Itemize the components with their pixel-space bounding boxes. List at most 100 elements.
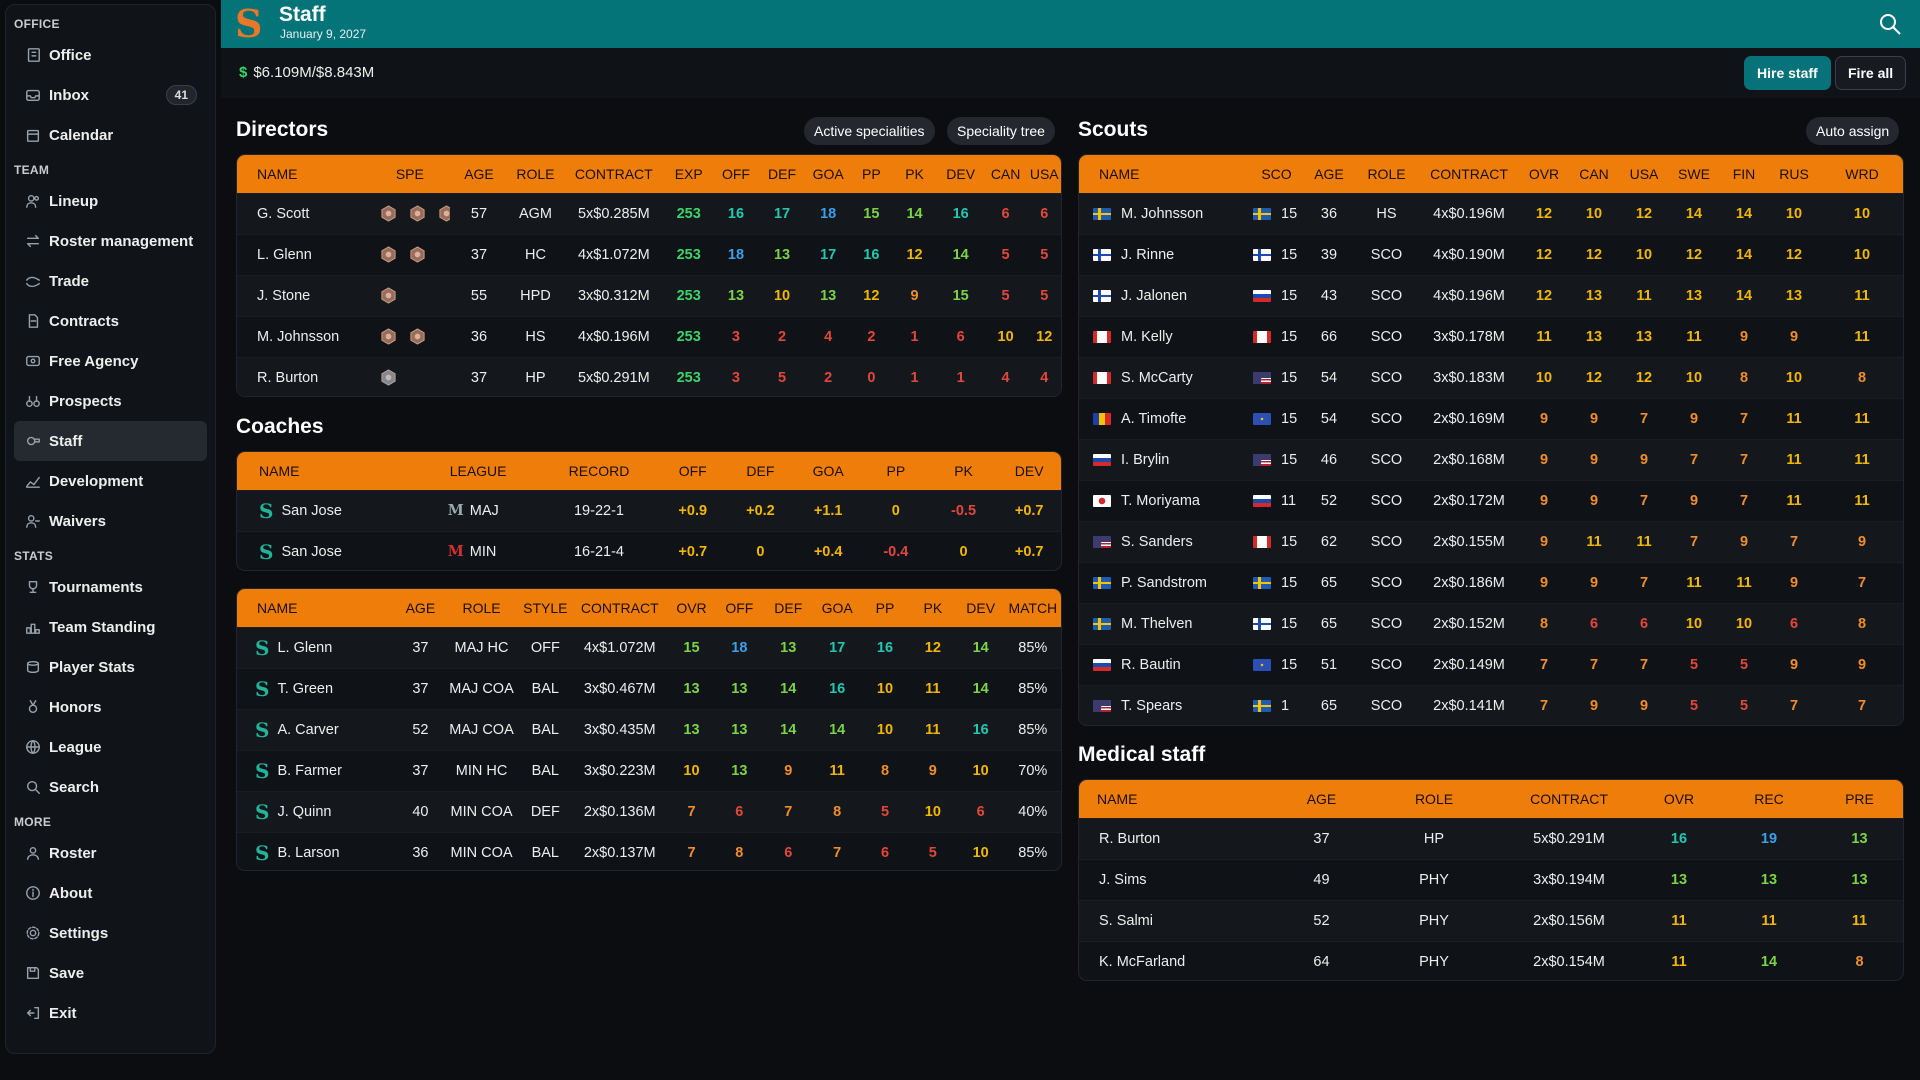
column-header[interactable]: FIN (1719, 155, 1769, 193)
table-row[interactable]: G. Scott 57 AGM 5x$0.285M 253 16 17 18 15 14 16 6 6 (237, 193, 1061, 234)
column-header[interactable]: NAME (237, 589, 396, 627)
sidebar-item-league[interactable]: League (14, 727, 207, 767)
sidebar-item-lineup[interactable]: Lineup (14, 181, 207, 221)
coach-name[interactable]: S B. Larson (237, 832, 396, 870)
column-header[interactable]: CONTRACT (563, 155, 664, 193)
scout-name[interactable]: T. Moriyama (1079, 480, 1249, 521)
table-row[interactable]: S. Salmi 52 PHY 2x$0.156M 11 11 11 (1079, 900, 1903, 941)
column-header[interactable]: ROLE (444, 589, 518, 627)
table-row[interactable]: A. Timofte 15 54 SCO 2x$0.169M 9 9 7 9 7 11 11 (1079, 398, 1903, 439)
sidebar-item-save[interactable]: Save (14, 953, 207, 993)
scout-name[interactable]: J. Jalonen (1079, 275, 1249, 316)
table-row[interactable]: S San Jose M MIN 16-21-4 +0.7 0 +0.4 -0.4 0 +0.7 (237, 531, 1061, 570)
column-header[interactable]: EXP (665, 155, 713, 193)
column-header[interactable]: RUS (1769, 155, 1819, 193)
column-header[interactable]: AGE (1304, 155, 1354, 193)
sidebar-item-inbox[interactable]: Inbox 41 (14, 75, 207, 115)
scout-name[interactable]: S. Sanders (1079, 521, 1249, 562)
column-header[interactable]: ROLE (508, 155, 563, 193)
column-header[interactable]: AGE (396, 589, 444, 627)
table-row[interactable]: T. Spears 1 65 SCO 2x$0.141M 7 9 9 5 5 7 7 (1079, 685, 1903, 725)
director-name[interactable]: R. Burton (237, 357, 370, 396)
sidebar-item-team-standing[interactable]: Team Standing (14, 607, 207, 647)
table-row[interactable]: R. Burton 37 HP 5x$0.291M 253 3 5 2 0 1 1 4 4 (237, 357, 1061, 396)
table-row[interactable]: I. Brylin 15 46 SCO 2x$0.168M 9 9 9 7 7 11 11 (1079, 439, 1903, 480)
column-header[interactable]: DEF (763, 589, 813, 627)
table-row[interactable]: S L. Glenn 37 MAJ HC OFF 4x$1.072M 15 18 13 17 16 1… (237, 627, 1061, 668)
sidebar-item-player-stats[interactable]: Player Stats (14, 647, 207, 687)
table-row[interactable]: S B. Larson 36 MIN COA BAL 2x$0.137M 7 8 6 7 6 5 10 8… (237, 832, 1061, 870)
table-row[interactable]: M. Johnsson 36 HS 4x$0.196M 253 3 2 4 2 1 6 10 12 (237, 316, 1061, 357)
column-header[interactable]: SPE (370, 155, 451, 193)
scout-name[interactable]: S. McCarty (1079, 357, 1249, 398)
column-header[interactable]: DEV (957, 589, 1005, 627)
table-row[interactable]: J. Stone 55 HPD 3x$0.312M 253 13 10 13 12 9 15 5 5 (237, 275, 1061, 316)
table-row[interactable]: J. Jalonen 15 43 SCO 4x$0.196M 12 13 11 13 14 13 11 (1079, 275, 1903, 316)
table-row[interactable]: S T. Green 37 MAJ COA BAL 3x$0.467M 13 13 14 16 10… (237, 668, 1061, 709)
table-row[interactable]: S San Jose M MAJ 19-22-1 +0.9 +0.2 +1.1 0 -0.5 +0.… (237, 490, 1061, 531)
director-name[interactable]: L. Glenn (237, 234, 370, 275)
director-name[interactable]: M. Johnsson (237, 316, 370, 357)
table-row[interactable]: S. Sanders 15 62 SCO 2x$0.155M 9 11 11 7 9 7 9 (1079, 521, 1903, 562)
column-header[interactable]: NAME (237, 155, 370, 193)
column-header[interactable]: PRE (1814, 780, 1903, 818)
column-header[interactable]: OFF (659, 452, 727, 490)
table-row[interactable]: S J. Quinn 40 MIN COA DEF 2x$0.136M 7 6 7 8 5 10 6 40… (237, 791, 1061, 832)
hire-staff-button[interactable]: Hire staff (1744, 56, 1831, 90)
sidebar-item-tournaments[interactable]: Tournaments (14, 567, 207, 607)
team-name[interactable]: S San Jose (237, 490, 430, 531)
table-row[interactable]: S. McCarty 15 54 SCO 3x$0.183M 10 12 12 10 8 10 8 (1079, 357, 1903, 398)
speciality-tree-button[interactable]: Speciality tree (947, 117, 1055, 145)
sidebar-item-prospects[interactable]: Prospects (14, 381, 207, 421)
column-header[interactable]: SCO (1249, 155, 1304, 193)
sidebar-item-development[interactable]: Development (14, 461, 207, 501)
column-header[interactable]: GOA (813, 589, 861, 627)
column-header[interactable]: CAN (1569, 155, 1619, 193)
column-header[interactable]: NAME (237, 452, 430, 490)
table-row[interactable]: J. Sims 49 PHY 3x$0.194M 13 13 13 (1079, 859, 1903, 900)
scout-name[interactable]: M. Kelly (1079, 316, 1249, 357)
column-header[interactable]: WRD (1819, 155, 1903, 193)
sidebar-item-calendar[interactable]: Calendar (14, 115, 207, 155)
director-name[interactable]: G. Scott (237, 193, 370, 234)
team-name[interactable]: S San Jose (237, 531, 430, 570)
table-row[interactable]: R. Burton 37 HP 5x$0.291M 16 19 13 (1079, 818, 1903, 859)
coach-name[interactable]: S L. Glenn (237, 627, 396, 668)
active-specialities-button[interactable]: Active specialities (804, 117, 935, 145)
director-name[interactable]: J. Stone (237, 275, 370, 316)
column-header[interactable]: GOA (794, 452, 862, 490)
column-header[interactable]: SWE (1669, 155, 1719, 193)
sidebar-item-contracts[interactable]: Contracts (14, 301, 207, 341)
table-row[interactable]: T. Moriyama 11 52 SCO 2x$0.172M 9 9 7 9 7 11 11 (1079, 480, 1903, 521)
column-header[interactable]: LEAGUE (430, 452, 539, 490)
sidebar-item-exit[interactable]: Exit (14, 993, 207, 1033)
column-header[interactable]: DEV (938, 155, 984, 193)
scout-name[interactable]: J. Rinne (1079, 234, 1249, 275)
column-header[interactable]: PK (892, 155, 938, 193)
sidebar-item-office[interactable]: Office (14, 35, 207, 75)
column-header[interactable]: PP (862, 452, 930, 490)
sidebar-item-trade[interactable]: Trade (14, 261, 207, 301)
column-header[interactable]: CONTRACT (1504, 780, 1634, 818)
sidebar-item-roster[interactable]: Roster (14, 833, 207, 873)
column-header[interactable]: PK (909, 589, 957, 627)
sidebar-item-honors[interactable]: Honors (14, 687, 207, 727)
column-header[interactable]: USA (1027, 155, 1061, 193)
scout-name[interactable]: T. Spears (1079, 685, 1249, 725)
fire-all-button[interactable]: Fire all (1835, 56, 1907, 90)
column-header[interactable]: AGE (1279, 780, 1364, 818)
table-row[interactable]: L. Glenn 37 HC 4x$1.072M 253 18 13 17 16 12 14 5 5 (237, 234, 1061, 275)
scout-name[interactable]: M. Thelven (1079, 603, 1249, 644)
table-row[interactable]: R. Bautin 15 51 SCO 2x$0.149M 7 7 7 5 5 9 9 (1079, 644, 1903, 685)
table-row[interactable]: J. Rinne 15 39 SCO 4x$0.190M 12 12 10 12 14 12 10 (1079, 234, 1903, 275)
column-header[interactable]: DEF (727, 452, 795, 490)
scout-name[interactable]: I. Brylin (1079, 439, 1249, 480)
column-header[interactable]: OVR (1634, 780, 1724, 818)
coach-name[interactable]: S T. Green (237, 668, 396, 709)
medical-staff-name[interactable]: R. Burton (1079, 818, 1279, 859)
table-row[interactable]: M. Kelly 15 66 SCO 3x$0.178M 11 13 13 11 9 9 11 (1079, 316, 1903, 357)
sidebar-item-about[interactable]: About (14, 873, 207, 913)
scout-name[interactable]: A. Timofte (1079, 398, 1249, 439)
medical-staff-name[interactable]: J. Sims (1079, 859, 1279, 900)
column-header[interactable]: DEV (997, 452, 1061, 490)
